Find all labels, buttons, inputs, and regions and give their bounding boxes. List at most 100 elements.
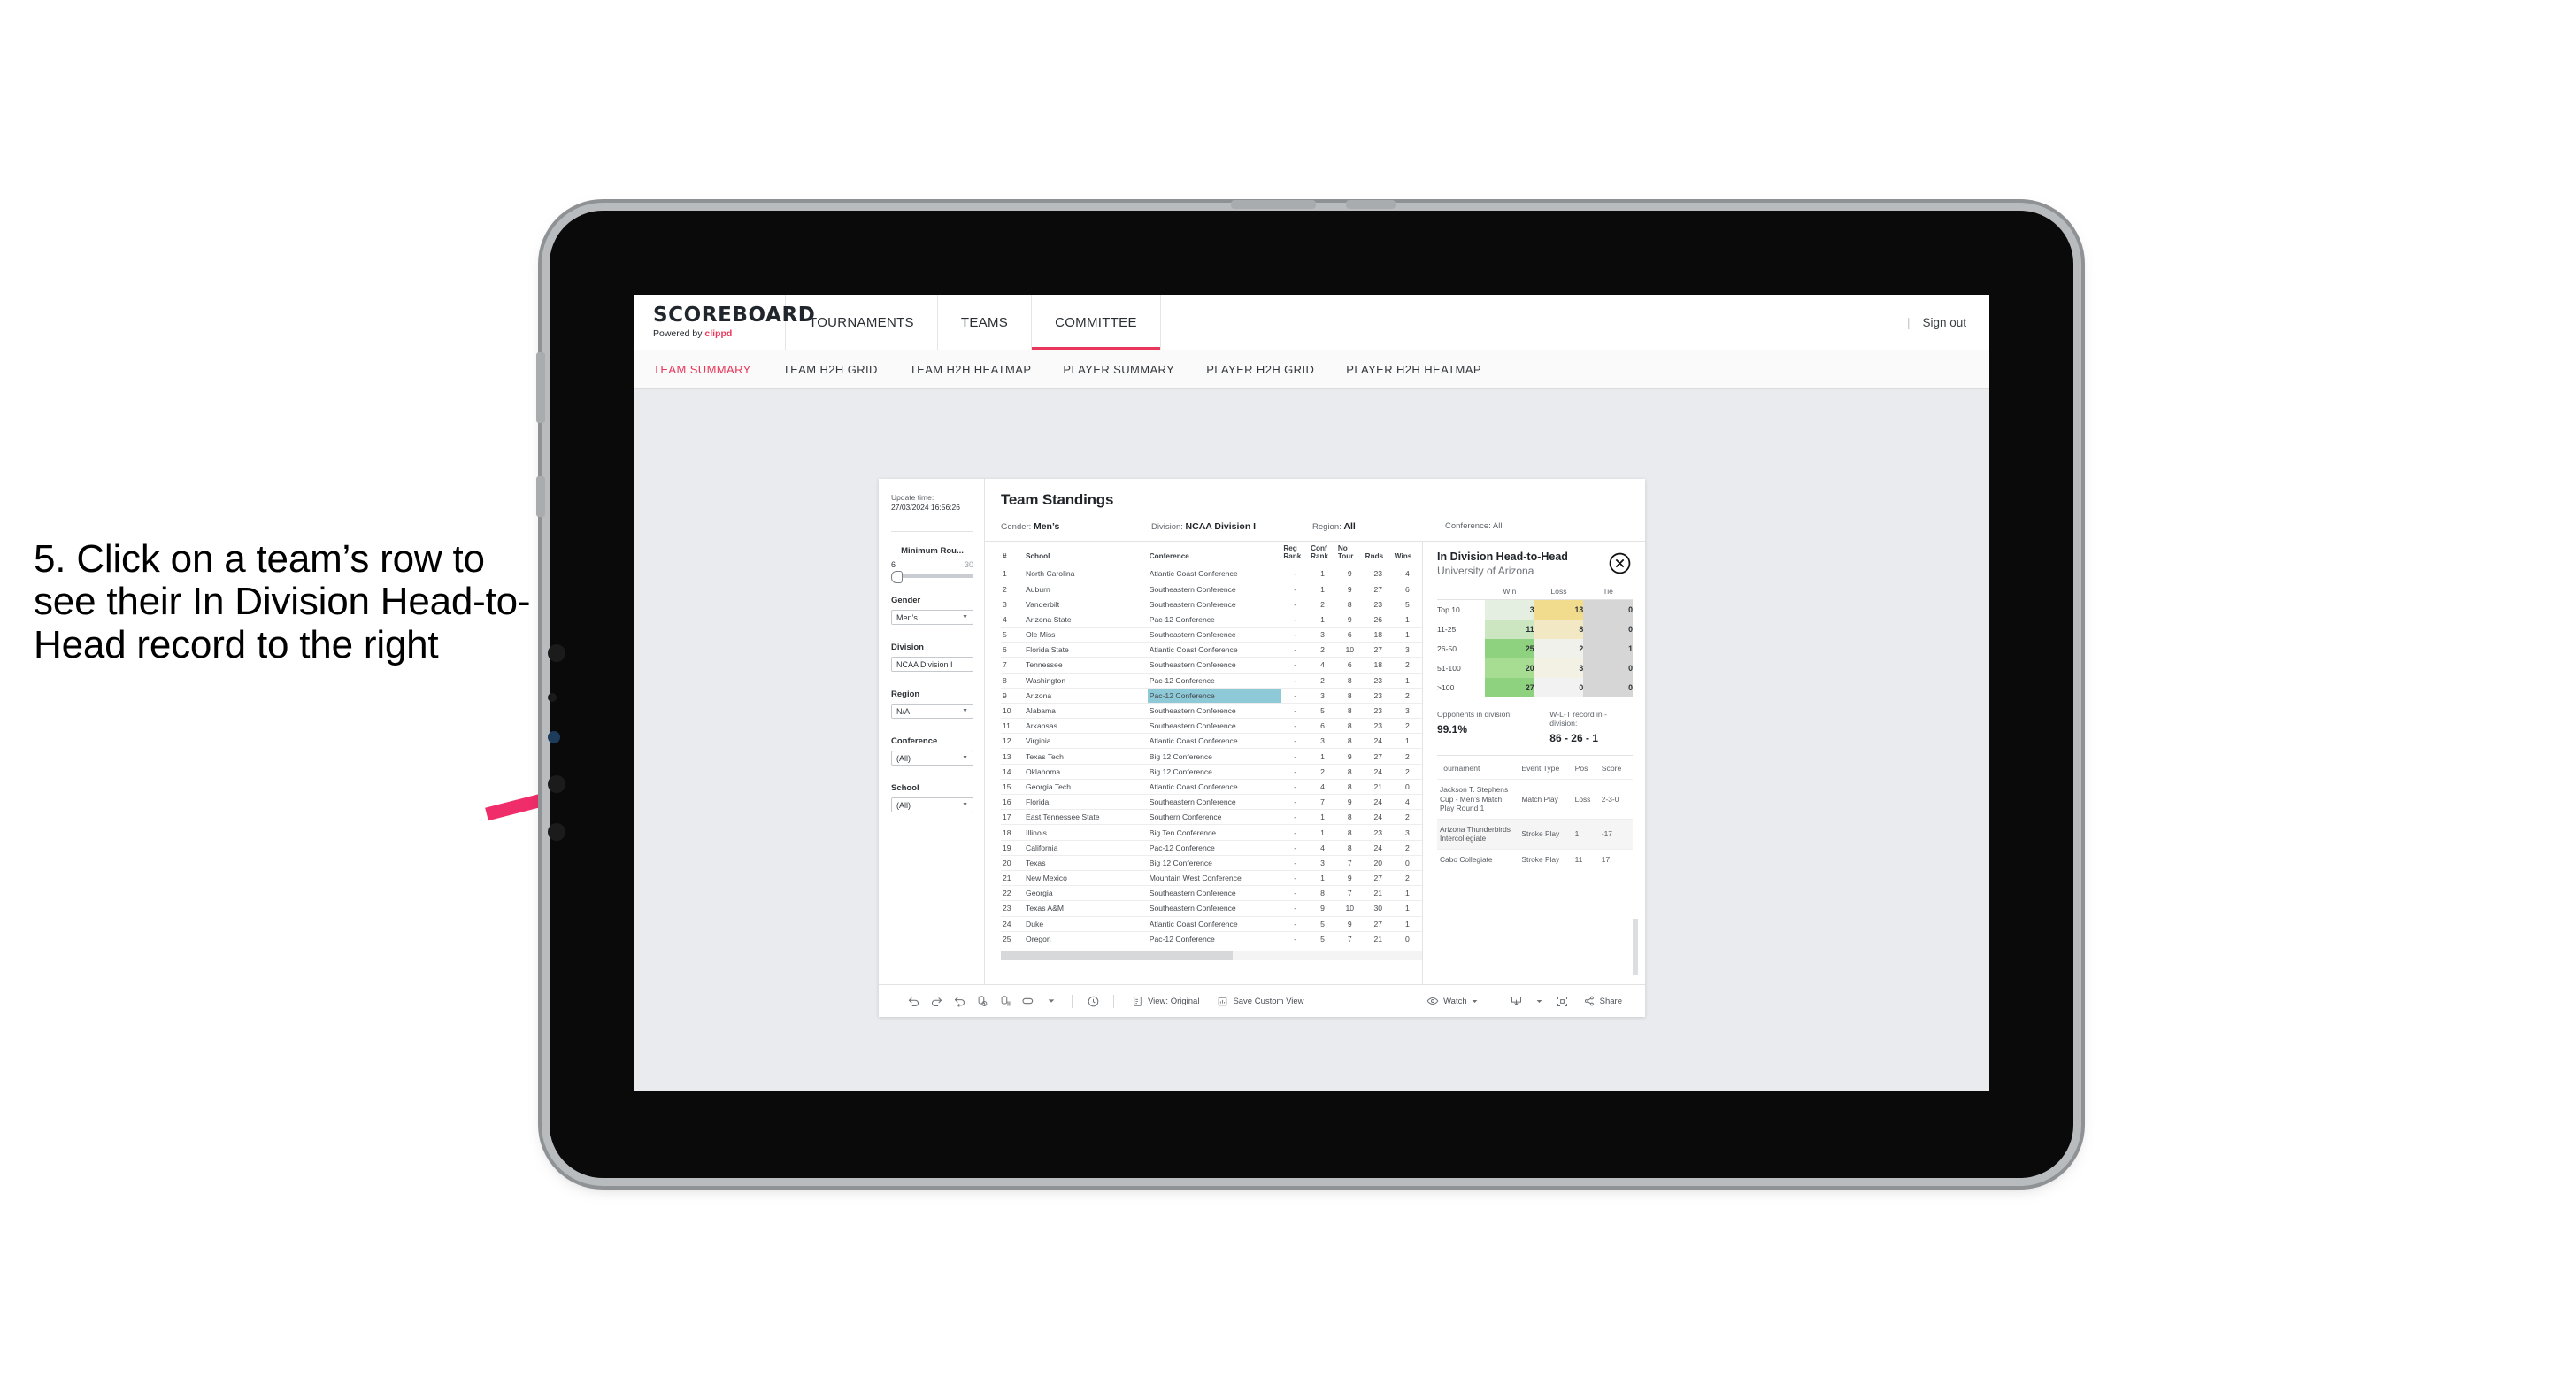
cell-school: Oregon — [1024, 930, 1148, 946]
gender-label: Gender — [891, 596, 921, 606]
refresh-data-icon[interactable] — [971, 995, 994, 1008]
table-row[interactable]: 4 Arizona State Pac-12 Conference -1 9 26 1 — [1001, 611, 1422, 628]
region-label: Region — [891, 689, 920, 700]
redo-icon[interactable] — [925, 995, 948, 1008]
undo-icon[interactable] — [902, 995, 925, 1008]
history-icon[interactable] — [1081, 995, 1104, 1008]
nav-item-committee[interactable]: COMMITTEE — [1032, 295, 1161, 350]
cell-conference: Southeastern Conference — [1147, 626, 1282, 643]
table-row[interactable]: 13 Texas Tech Big 12 Conference -1 9 27 2 — [1001, 748, 1422, 765]
device-layout-icon[interactable] — [1017, 994, 1040, 1008]
cell-school: Florida — [1024, 794, 1148, 810]
table-row[interactable]: 2 Auburn Southeastern Conference -1 9 27 6 — [1001, 581, 1422, 597]
conference-select[interactable]: (All) ▼ — [891, 751, 973, 766]
tourn-col-score[interactable]: Score — [1599, 758, 1633, 780]
table-row[interactable]: 23 Texas A&M Southeastern Conference -9 10 30… — [1001, 900, 1422, 917]
table-row[interactable]: 10 Alabama Southeastern Conference -5 8 23 3 — [1001, 702, 1422, 719]
table-row[interactable]: 1 North Carolina Atlantic Coast Conference… — [1001, 566, 1422, 581]
cell-conference: Southern Conference — [1147, 809, 1282, 825]
col-header-school[interactable]: School — [1024, 542, 1148, 566]
tourn-col-name[interactable]: Tournament — [1437, 758, 1519, 780]
region-select[interactable]: N/A ▼ — [891, 704, 973, 720]
col-header-conference[interactable]: Conference — [1148, 542, 1282, 566]
cell-rank: 10 — [1001, 702, 1025, 719]
col-header-conf-rank[interactable]: Conf Rank — [1309, 542, 1336, 566]
app-logo[interactable]: SCOREBOARD Powered by clippd — [634, 295, 815, 350]
tourn-col-type[interactable]: Event Type — [1519, 758, 1572, 780]
close-circle-icon[interactable] — [1609, 552, 1631, 574]
table-row[interactable]: 21 New Mexico Mountain West Conference -1 9 2… — [1001, 869, 1422, 886]
breadcrumb-conference: Conference: All — [1445, 521, 1502, 532]
cell-reg-rank: - — [1281, 778, 1310, 795]
division-select[interactable]: NCAA Division I — [891, 657, 973, 673]
tourn-cell-score: 2-3-0 — [1598, 779, 1633, 819]
tourn-col-pos[interactable]: Pos — [1573, 758, 1599, 780]
save-custom-view-button[interactable]: Save Custom View — [1208, 996, 1312, 1007]
table-row[interactable]: 15 Georgia Tech Atlantic Coast Conference -… — [1001, 778, 1422, 795]
tab-player-h2h-heatmap[interactable]: PLAYER H2H HEATMAP — [1346, 363, 1501, 376]
cell-conf-rank: 3 — [1309, 854, 1336, 871]
table-row[interactable]: 18 Illinois Big Ten Conference -1 8 23 3 — [1001, 824, 1422, 841]
table-row[interactable]: 12 Virginia Atlantic Coast Conference -3 8 24… — [1001, 733, 1422, 749]
sign-out-link[interactable]: Sign out — [1922, 316, 1966, 329]
tab-team-summary[interactable]: TEAM SUMMARY — [653, 363, 771, 376]
table-row[interactable]: 14 Oklahoma Big 12 Conference -2 8 24 2 — [1001, 763, 1422, 780]
chevron-down-icon[interactable] — [1528, 998, 1551, 1005]
chevron-down-icon[interactable] — [1040, 997, 1063, 1005]
horizontal-scrollbar[interactable] — [1001, 951, 1422, 960]
share-button[interactable]: Share — [1574, 995, 1631, 1007]
view-original-button[interactable]: View: Original — [1123, 996, 1208, 1007]
table-row[interactable]: 25 Oregon Pac-12 Conference -5 7 21 0 — [1001, 930, 1422, 946]
h2h-cell-loss: 13 — [1534, 599, 1584, 620]
table-row[interactable]: 19 California Pac-12 Conference -4 8 24 2 — [1001, 839, 1422, 856]
table-row[interactable]: 9 Arizona Pac-12 Conference -3 8 23 2 — [1001, 687, 1422, 704]
col-header-reg-rank[interactable]: Reg Rank — [1281, 542, 1309, 566]
cell-school: Duke — [1024, 915, 1148, 932]
table-row[interactable]: 8 Washington Pac-12 Conference -2 8 23 1 — [1001, 672, 1422, 689]
cell-conf-rank: 6 — [1309, 718, 1336, 734]
col-header-rnds[interactable]: Rnds — [1364, 542, 1393, 566]
table-row[interactable]: 7 Tennessee Southeastern Conference -4 6 18 2 — [1001, 657, 1422, 674]
cell-conf-rank: 2 — [1309, 642, 1336, 658]
tab-team-h2h-grid[interactable]: TEAM H2H GRID — [783, 363, 897, 376]
tab-player-h2h-grid[interactable]: PLAYER H2H GRID — [1206, 363, 1334, 376]
h2h-cell-win: 27 — [1485, 678, 1534, 697]
cell-rank: 7 — [1001, 657, 1025, 674]
table-row[interactable]: 11 Arkansas Southeastern Conference -6 8 23 2 — [1001, 718, 1422, 734]
cell-rnds: 27 — [1363, 869, 1393, 886]
minimum-rounds-slider[interactable] — [891, 571, 973, 584]
pause-updates-icon[interactable] — [994, 995, 1017, 1008]
table-row[interactable]: 3 Vanderbilt Southeastern Conference -2 8 23 5 — [1001, 596, 1422, 612]
table-row[interactable]: 5 Ole Miss Southeastern Conference -3 6 18 1 — [1001, 626, 1422, 643]
cell-conf-rank: 7 — [1309, 794, 1336, 810]
nav-item-teams[interactable]: TEAMS — [938, 295, 1033, 350]
watch-button[interactable]: Watch — [1418, 995, 1487, 1007]
gender-select[interactable]: Men’s ▼ — [891, 610, 973, 626]
nav-item-tournaments[interactable]: TOURNAMENTS — [786, 295, 938, 350]
horizontal-scrollbar-thumb[interactable] — [1001, 951, 1233, 960]
revert-icon[interactable] — [948, 995, 971, 1008]
download-icon[interactable] — [1505, 995, 1528, 1008]
cell-no-tour: 8 — [1335, 839, 1364, 856]
cell-rnds: 23 — [1363, 824, 1393, 841]
table-row[interactable]: 17 East Tennessee State Southern Conferenc… — [1001, 809, 1422, 825]
table-row[interactable]: 20 Texas Big 12 Conference -3 7 20 0 — [1001, 854, 1422, 871]
cell-rank: 24 — [1001, 915, 1025, 932]
table-row[interactable]: 6 Florida State Atlantic Coast Conference -… — [1001, 642, 1422, 658]
table-row[interactable]: 24 Duke Atlantic Coast Conference -5 9 27 1 — [1001, 915, 1422, 932]
tab-player-summary[interactable]: PLAYER SUMMARY — [1063, 363, 1194, 376]
breadcrumb-conference-key: Conference: — [1445, 521, 1493, 531]
tournament-row[interactable]: Cabo Collegiate Stroke Play 11 17 — [1437, 848, 1633, 869]
tournament-scrollbar[interactable] — [1633, 919, 1638, 975]
tournament-row[interactable]: Jackson T. Stephens Cup - Men’s Match Pl… — [1437, 779, 1633, 819]
school-select[interactable]: (All) ▼ — [891, 797, 973, 813]
table-row[interactable]: 16 Florida Southeastern Conference -7 9 24 4 — [1001, 794, 1422, 810]
col-header-wins[interactable]: Wins — [1393, 542, 1422, 566]
slider-knob[interactable] — [891, 571, 903, 584]
tournament-row[interactable]: Arizona Thunderbirds Intercollegiate Stro… — [1437, 818, 1633, 849]
col-header-rank[interactable]: # — [1001, 542, 1024, 566]
fullscreen-icon[interactable] — [1551, 995, 1574, 1008]
col-header-no-tour[interactable]: No Tour — [1336, 542, 1364, 566]
table-row[interactable]: 22 Georgia Southeastern Conference -8 7 21 1 — [1001, 885, 1422, 901]
tab-team-h2h-heatmap[interactable]: TEAM H2H HEATMAP — [910, 363, 1051, 376]
